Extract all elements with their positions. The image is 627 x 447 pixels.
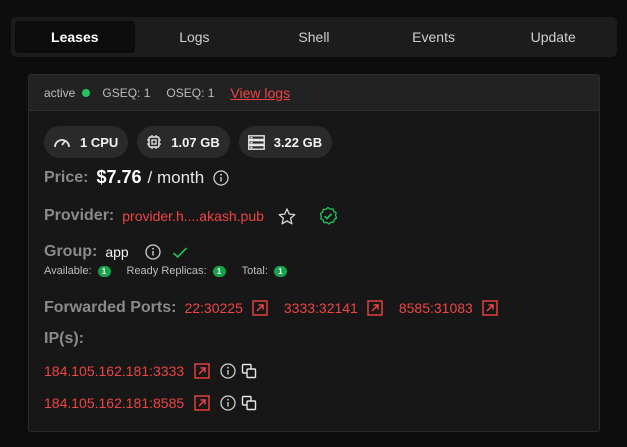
replica-stats: Available: 1 Ready Replicas: 1 Total: 1	[44, 265, 303, 277]
provider-label: Provider:	[44, 207, 115, 224]
copy-icon[interactable]	[241, 363, 257, 379]
tab-logs[interactable]: Logs	[135, 21, 255, 53]
storage-icon	[247, 134, 274, 150]
total-label: Total:	[241, 265, 268, 277]
available-badge: 1	[97, 265, 111, 277]
price-unit: / month	[147, 167, 205, 187]
lease-header: active GSEQ: 1 OSEQ: 1 View logs	[29, 75, 599, 111]
group-value: app	[105, 244, 129, 260]
oseq-label: OSEQ: 1	[166, 85, 215, 100]
storage-chip: 3.22 GB	[238, 126, 333, 158]
tab-update[interactable]: Update	[493, 21, 613, 53]
provider-row: Provider: provider.h....akash.pub	[44, 206, 338, 226]
verified-badge-icon	[318, 206, 338, 226]
forwarded-ports-row: Forwarded Ports: 22:30225 3333:32141 858…	[44, 299, 498, 317]
price-value: $7.76	[96, 167, 142, 187]
ip-link[interactable]: 184.105.162.181:3333	[44, 363, 184, 379]
open-external-icon[interactable]	[482, 300, 498, 316]
ip-item: 184.105.162.181:3333	[44, 363, 257, 379]
port-link[interactable]: 22:30225	[184, 300, 242, 316]
available-label: Available:	[44, 265, 92, 277]
provider-link[interactable]: provider.h....akash.pub	[122, 208, 264, 224]
group-label: Group:	[44, 243, 98, 260]
tab-shell[interactable]: Shell	[254, 21, 374, 53]
open-external-icon[interactable]	[194, 363, 210, 379]
speedometer-icon	[53, 134, 80, 150]
lease-status: active	[44, 85, 76, 100]
memory-chip: 1.07 GB	[137, 126, 230, 158]
ready-replicas-label: Ready Replicas:	[126, 265, 207, 277]
price-row: Price: $7.76 / month	[44, 167, 229, 188]
group-row: Group: app	[44, 243, 188, 261]
copy-icon[interactable]	[241, 395, 257, 411]
ips-row: IP(s):	[44, 330, 92, 348]
info-icon[interactable]	[220, 363, 236, 379]
star-icon[interactable]	[278, 207, 296, 225]
tab-bar: Leases Logs Shell Events Update	[11, 17, 617, 57]
open-external-icon[interactable]	[252, 300, 268, 316]
ips-label: IP(s):	[44, 330, 84, 347]
ready-replicas-badge: 1	[212, 265, 226, 277]
open-external-icon[interactable]	[194, 395, 210, 411]
ip-item: 184.105.162.181:8585	[44, 395, 257, 411]
lease-card: active GSEQ: 1 OSEQ: 1 View logs 1 CPU 1…	[28, 74, 600, 432]
tab-events[interactable]: Events	[374, 21, 494, 53]
cpu-value: 1 CPU	[80, 134, 119, 150]
port-link[interactable]: 8585:31083	[399, 300, 473, 316]
port-link[interactable]: 3333:32141	[284, 300, 358, 316]
storage-value: 3.22 GB	[273, 134, 323, 150]
resource-specs: 1 CPU 1.07 GB 3.22 GB	[44, 126, 333, 158]
gseq-label: GSEQ: 1	[102, 85, 151, 100]
cpu-chip: 1 CPU	[44, 126, 129, 158]
info-icon[interactable]	[145, 244, 161, 260]
view-logs-link[interactable]: View logs	[230, 85, 290, 101]
memory-value: 1.07 GB	[171, 134, 220, 150]
info-icon[interactable]	[213, 169, 229, 186]
status-dot	[82, 88, 91, 97]
total-badge: 1	[273, 265, 287, 277]
check-icon	[172, 246, 188, 259]
ip-link[interactable]: 184.105.162.181:8585	[44, 395, 184, 411]
chip-icon	[146, 134, 171, 150]
open-external-icon[interactable]	[367, 300, 383, 316]
tab-leases[interactable]: Leases	[15, 21, 135, 53]
forwarded-ports-label: Forwarded Ports:	[44, 299, 177, 316]
info-icon[interactable]	[220, 395, 236, 411]
price-label: Price:	[44, 168, 89, 186]
